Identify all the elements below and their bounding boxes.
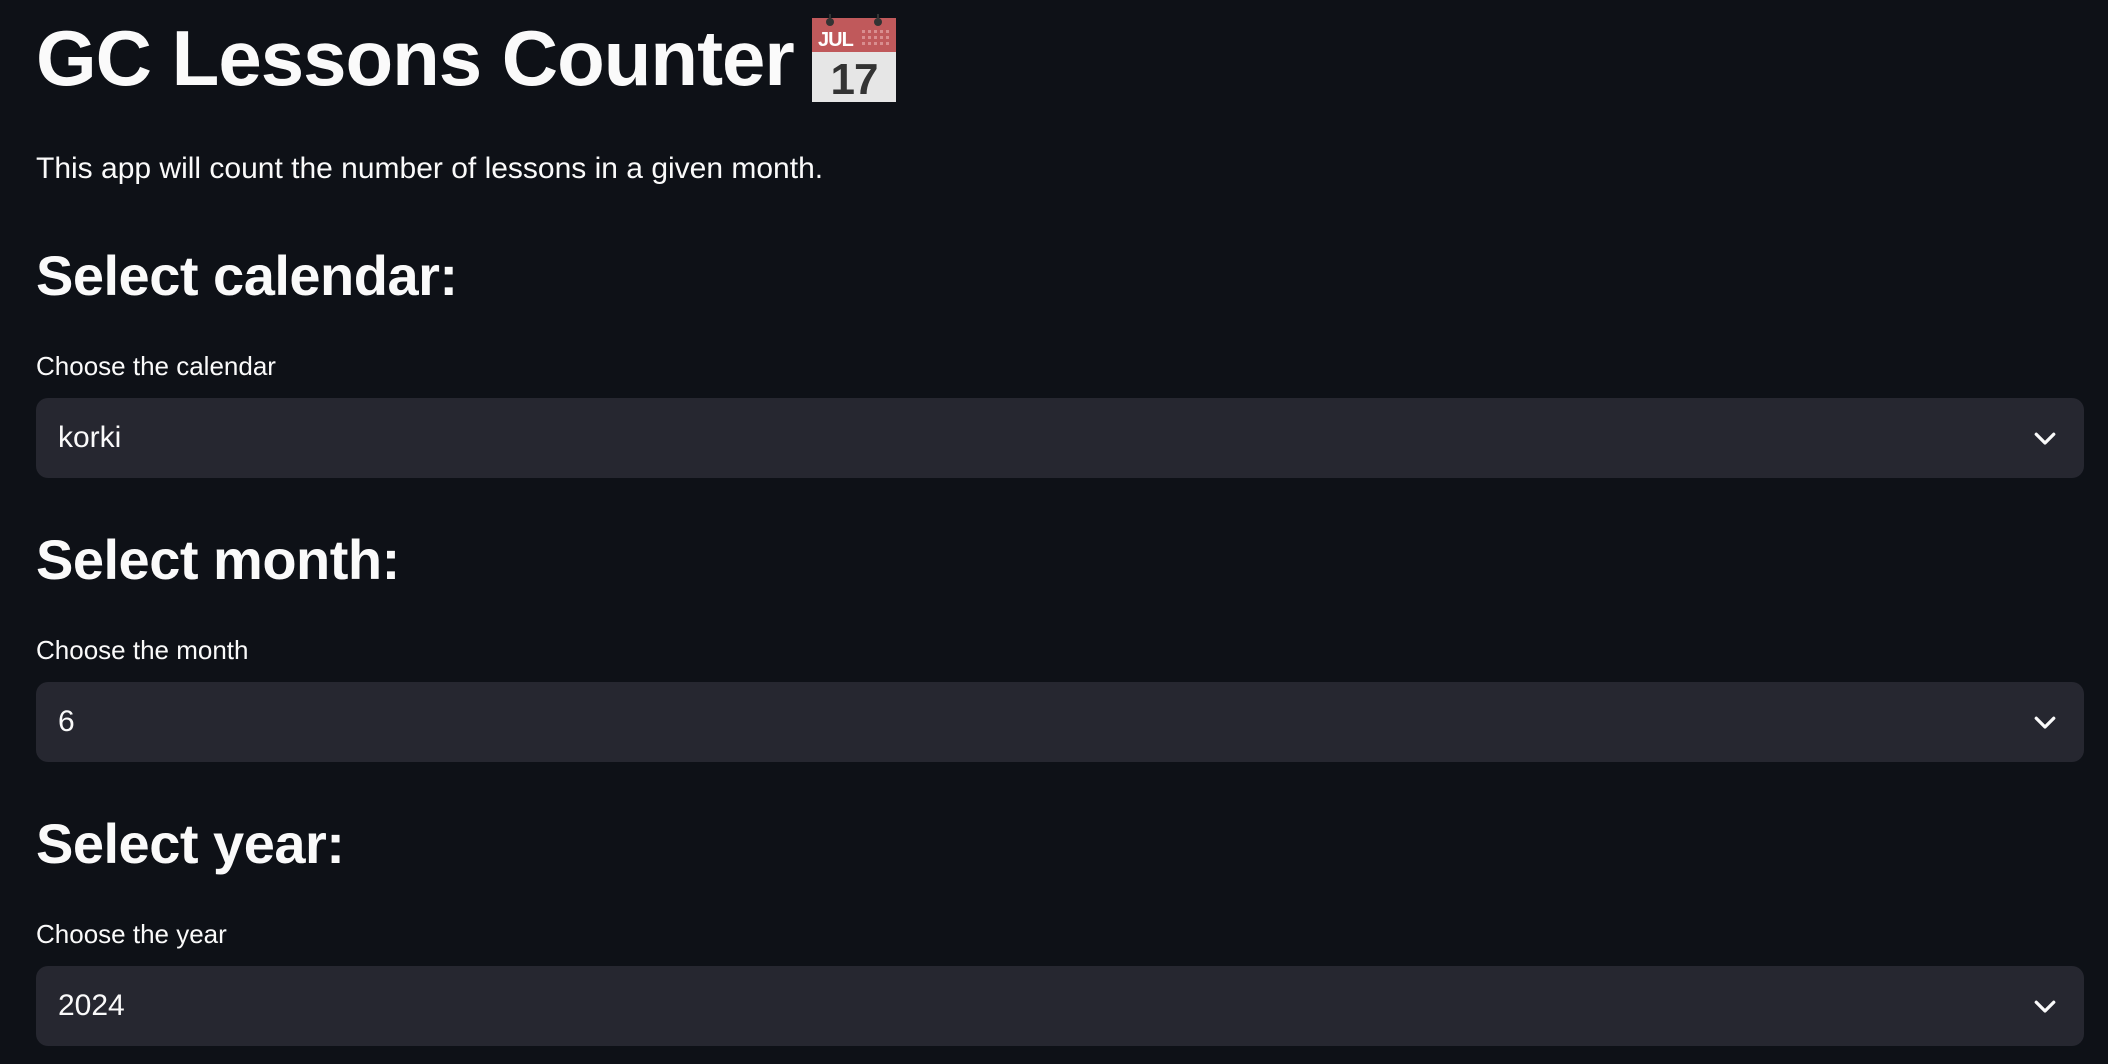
calendar-icon-day: 17 (830, 55, 877, 102)
month-select-label: Choose the month (36, 635, 249, 665)
select-calendar-heading: Select calendar: (36, 244, 458, 307)
month-select-value: 6 (58, 705, 75, 738)
year-select[interactable]: 2024 (36, 966, 2084, 1046)
month-select[interactable]: 6 (36, 682, 2084, 762)
calendar-select-value: korki (58, 421, 122, 454)
calendar-select-label: Choose the calendar (36, 351, 276, 381)
calendar-icon-month: JUL (818, 29, 854, 51)
page-title-text: GC Lessons Counter (36, 14, 795, 102)
app-description: This app will count the number of lesson… (36, 152, 824, 185)
year-select-value: 2024 (58, 989, 125, 1022)
chevron-down-icon (2034, 716, 2056, 729)
calendar-icon: JUL 17 (811, 14, 896, 102)
select-year-heading: Select year: (36, 812, 345, 875)
chevron-down-icon (2034, 432, 2056, 445)
page-title: GC Lessons Counter JUL 17 (36, 0, 2084, 104)
chevron-down-icon (2034, 1000, 2056, 1013)
select-month-heading: Select month: (36, 528, 400, 591)
year-select-label: Choose the year (36, 919, 227, 949)
main-content: GC Lessons Counter JUL 17 This app will … (36, 0, 2084, 1046)
calendar-select[interactable]: korki (36, 398, 2084, 478)
